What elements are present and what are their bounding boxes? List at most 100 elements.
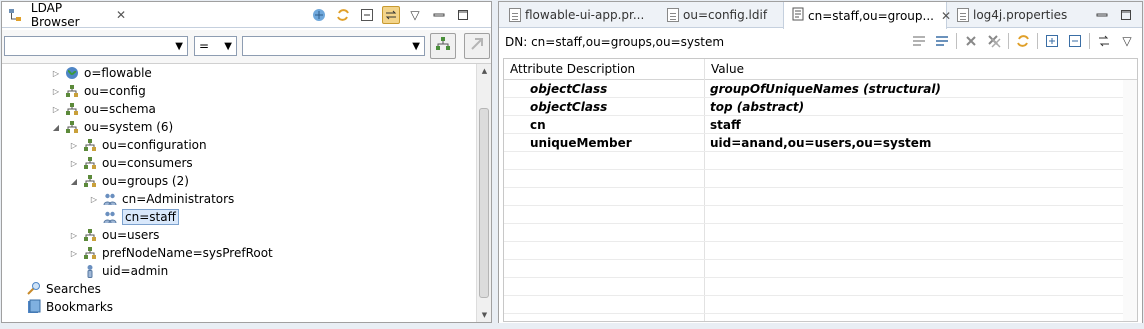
tree-item-ou-groups[interactable]: ◢ ou=groups (2) [68, 172, 189, 190]
link-icon[interactable] [1095, 32, 1113, 50]
delete-icon[interactable] [962, 32, 980, 50]
org-unit-icon [82, 155, 98, 171]
toolbar-separator [1089, 33, 1090, 49]
apply-filter-button[interactable] [430, 33, 456, 59]
tree-item-cn-staff[interactable]: cn=staff [88, 208, 179, 226]
org-unit-icon [82, 227, 98, 243]
refresh-icon[interactable] [334, 6, 352, 24]
tree-item-label: Searches [46, 282, 101, 296]
column-header-attribute[interactable]: Attribute Description [504, 59, 704, 80]
tree-item-ou-configuration[interactable]: ▷ ou=configuration [68, 136, 207, 154]
column-header-value[interactable]: Value [704, 59, 1124, 80]
expand-arrow-icon[interactable]: ▷ [50, 105, 62, 114]
org-unit-icon [82, 173, 98, 189]
link-pressed-icon[interactable] [382, 6, 400, 24]
tree-item-label: Bookmarks [46, 300, 114, 314]
tree-item-ou-consumers[interactable]: ▷ ou=consumers [68, 154, 193, 172]
status-strip [0, 323, 1144, 329]
toolbar-separator [1037, 33, 1038, 49]
value-cell: uid=anand,ou=users,ou=system [710, 136, 932, 150]
chevron-down-icon: ▼ [224, 40, 232, 52]
clear-filter-button[interactable] [464, 33, 490, 59]
expand-arrow-icon[interactable]: ▷ [88, 195, 100, 204]
table-row[interactable]: uniqueMember uid=anand,ou=users,ou=syste… [504, 134, 1137, 152]
expand-arrow-icon[interactable]: ▷ [68, 159, 80, 168]
tree-item-label: ou=users [102, 228, 160, 242]
view-menu-icon[interactable]: ▽ [1118, 32, 1136, 50]
tree-item-ou-schema[interactable]: ▷ ou=schema [50, 100, 156, 118]
view-menu-icon[interactable]: ▽ [406, 6, 424, 24]
collapse-arrow-icon[interactable]: ◢ [68, 177, 80, 186]
editor-tabbar: flowable-ui-app.pr... ou=config.ldif cn=… [499, 2, 1142, 29]
show-raw-icon[interactable] [933, 32, 951, 50]
tab-log4j-properties[interactable]: log4j.properties [949, 2, 1069, 28]
tab-ou-config-ldif[interactable]: ou=config.ldif [659, 2, 781, 28]
attributes-table: Attribute Description Value objectClass … [503, 58, 1138, 322]
link-with-editor-icon[interactable] [310, 6, 328, 24]
expand-all-icon[interactable] [1043, 32, 1061, 50]
tree-item-bookmarks[interactable]: Bookmarks [24, 298, 113, 316]
tree-item-cn-administrators[interactable]: ▷ cn=Administrators [88, 190, 234, 208]
collapse-all-icon[interactable] [1066, 32, 1084, 50]
collapse-arrow-icon[interactable]: ◢ [50, 123, 62, 132]
operator-combo[interactable]: = ▼ [194, 36, 237, 56]
tree-item-prefnodename[interactable]: ▷ prefNodeName=sysPrefRoot [68, 244, 273, 262]
tree-vertical-scrollbar[interactable]: ▲ ▼ [476, 64, 491, 322]
scroll-up-icon[interactable]: ▲ [477, 64, 492, 78]
attribute-combo[interactable]: ▼ [4, 36, 188, 56]
table-row-empty [504, 224, 1137, 242]
org-unit-icon [82, 245, 98, 261]
tree-item-ou-config[interactable]: ▷ ou=config [50, 82, 146, 100]
refresh-icon[interactable] [1014, 32, 1032, 50]
table-vertical-scrollbar[interactable] [1123, 80, 1137, 321]
scroll-thumb[interactable] [479, 108, 489, 298]
tree-item-label: ou=groups (2) [102, 174, 189, 188]
view-toolbar: ▽ [310, 6, 472, 24]
tree-item-label: ou=schema [84, 102, 156, 116]
group-icon [102, 209, 118, 225]
tree-item-o-flowable[interactable]: ▷ o=flowable [50, 64, 152, 82]
show-decorated-icon[interactable] [910, 32, 928, 50]
group-icon [102, 191, 118, 207]
tree-item-searches[interactable]: Searches [24, 280, 101, 298]
value-combo[interactable]: ▼ [242, 36, 425, 56]
org-unit-icon [82, 137, 98, 153]
maximize-icon[interactable] [454, 6, 472, 24]
collapse-all-icon[interactable] [358, 6, 376, 24]
table-row[interactable]: objectClass groupOfUniqueNames (structur… [504, 80, 1137, 98]
delete-all-icon[interactable] [985, 32, 1003, 50]
maximize-icon[interactable] [1117, 6, 1135, 24]
tree-item-ou-users[interactable]: ▷ ou=users [68, 226, 160, 244]
expand-arrow-icon[interactable]: ▷ [50, 87, 62, 96]
expand-arrow-icon[interactable]: ▷ [50, 69, 62, 78]
table-row[interactable]: objectClass top (abstract) [504, 98, 1137, 116]
minimize-icon[interactable] [1093, 6, 1111, 24]
tab-flowable-ui-app[interactable]: flowable-ui-app.pr... [501, 2, 647, 28]
entry-editor-icon [792, 7, 804, 24]
scroll-down-icon[interactable]: ▼ [477, 308, 492, 322]
attribute-cell: objectClass [530, 82, 608, 96]
tab-cn-staff[interactable]: cn=staff,ou=group... ✕ [783, 2, 951, 29]
close-icon[interactable]: ✕ [116, 8, 126, 22]
expand-arrow-icon[interactable]: ▷ [68, 141, 80, 150]
table-row-empty [504, 260, 1137, 278]
minimize-icon[interactable] [430, 6, 448, 24]
table-row[interactable]: cn staff [504, 116, 1137, 134]
expand-arrow-icon[interactable]: ▷ [68, 249, 80, 258]
attribute-cell: objectClass [530, 100, 608, 114]
org-unit-icon [64, 101, 80, 117]
tree-item-label: ou=config [84, 84, 146, 98]
ldap-browser-view: LDAP Browser ✕ ▽ ▼ = ▼ ▼ ▷ o=flowable ▷ … [1, 1, 492, 323]
table-row-empty [504, 206, 1137, 224]
tree-item-uid-admin[interactable]: uid=admin [68, 262, 168, 280]
ldap-browser-icon [8, 7, 23, 23]
table-row-empty [504, 296, 1137, 314]
tab-label: ou=config.ldif [683, 8, 768, 22]
expand-arrow-icon[interactable]: ▷ [68, 231, 80, 240]
tree-item-ou-system[interactable]: ◢ ou=system (6) [50, 118, 173, 136]
tab-ldap-browser[interactable]: LDAP Browser ✕ [2, 1, 126, 29]
toolbar-separator [1008, 33, 1009, 49]
table-row-empty [504, 242, 1137, 260]
chevron-down-icon: ▼ [175, 40, 183, 52]
table-header: Attribute Description Value [504, 59, 1137, 80]
